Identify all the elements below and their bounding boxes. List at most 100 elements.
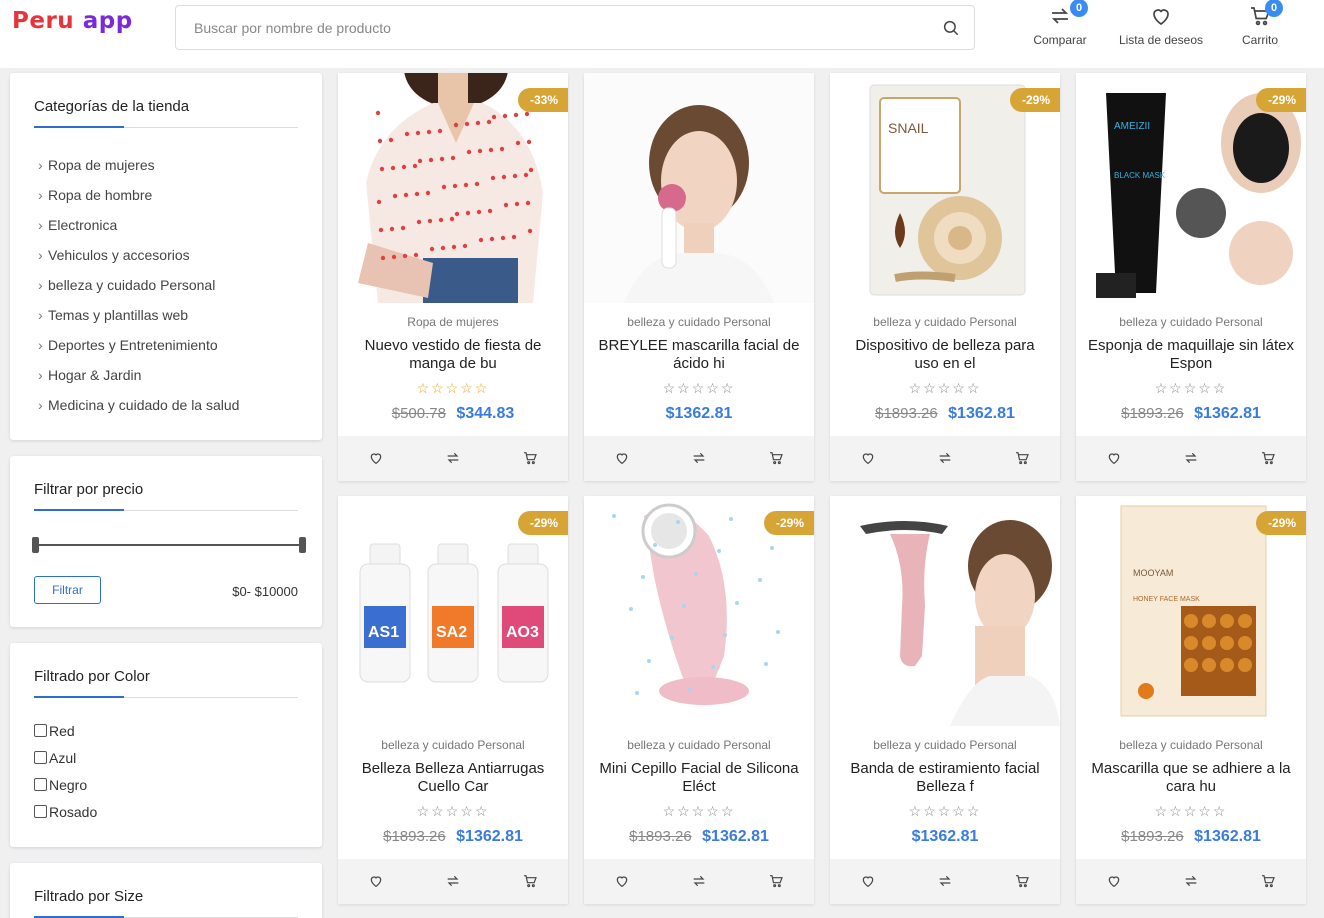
add-to-cart-icon[interactable] [1014, 873, 1030, 889]
add-to-wishlist-heart-icon[interactable] [368, 450, 384, 466]
product-category[interactable]: belleza y cuidado Personal [830, 315, 1060, 329]
cart-button[interactable]: 0 Carrito [1234, 0, 1286, 56]
category-item[interactable]: › Vehiculos y accesorios [38, 246, 239, 276]
product-prices: $1893.26 $1362.81 [830, 405, 1060, 423]
product-card[interactable]: belleza y cuidado Personal Banda de esti… [830, 496, 1060, 904]
color-option-red[interactable]: Red [34, 723, 97, 750]
add-to-wishlist-heart-icon[interactable] [1106, 450, 1122, 466]
color-option-azul[interactable]: Azul [34, 750, 97, 777]
add-to-cart-icon[interactable] [522, 450, 538, 466]
product-card[interactable]: belleza y cuidado Personal BREYLEE masca… [584, 73, 814, 481]
price-slider-max-handle[interactable] [299, 537, 306, 553]
category-item[interactable]: › Temas y plantillas web [38, 306, 239, 336]
product-card[interactable]: AS1 SA2 AO3 -29% belleza y cuidado Perso… [338, 496, 568, 904]
discount-badge: -29% [1255, 511, 1306, 535]
chevron-right-icon: › [38, 367, 43, 383]
search-icon[interactable] [942, 19, 960, 37]
compare-button[interactable]: 0 Comparar [1028, 0, 1092, 56]
price-slider-min-handle[interactable] [32, 537, 39, 553]
add-to-compare-icon[interactable] [691, 450, 707, 466]
product-name[interactable]: Banda de estiramiento facial Belleza f [842, 760, 1048, 796]
product-image[interactable] [584, 73, 814, 303]
category-item[interactable]: › Deportes y Entretenimiento [38, 336, 239, 366]
search-bar [175, 5, 975, 50]
product-card[interactable]: MOOYAM HONEY FACE MASK -29% belleza y cu… [1076, 496, 1306, 904]
product-category[interactable]: belleza y cuidado Personal [830, 738, 1060, 752]
product-card[interactable]: SNAIL -29% belleza y cuidado Personal Di… [830, 73, 1060, 481]
svg-text:BLACK MASK: BLACK MASK [1114, 171, 1166, 180]
checkbox[interactable] [34, 778, 47, 791]
product-category[interactable]: belleza y cuidado Personal [1076, 738, 1306, 752]
product-name[interactable]: BREYLEE mascarilla facial de ácido hi [596, 337, 802, 373]
add-to-wishlist-heart-icon[interactable] [860, 873, 876, 889]
product-card[interactable]: mejor AMEIZII BLACK MASK -29% belleza y … [1076, 73, 1306, 481]
add-to-compare-icon[interactable] [445, 873, 461, 889]
search-input[interactable] [176, 6, 926, 49]
product-category[interactable]: belleza y cuidado Personal [584, 738, 814, 752]
discount-badge: -29% [517, 511, 568, 535]
rating-stars: ☆☆☆☆☆ [1154, 380, 1228, 396]
cart-label: Carrito [1241, 33, 1278, 47]
svg-text:SA2: SA2 [436, 624, 467, 641]
add-to-compare-icon[interactable] [1183, 450, 1199, 466]
product-name[interactable]: Nuevo vestido de fiesta de manga de bu [350, 337, 556, 373]
chevron-right-icon: › [38, 247, 43, 263]
add-to-compare-icon[interactable] [937, 450, 953, 466]
add-to-wishlist-heart-icon[interactable] [368, 873, 384, 889]
category-item[interactable]: › Electronica [38, 216, 239, 246]
product-category[interactable]: Ropa de mujeres [338, 315, 568, 329]
add-to-wishlist-heart-icon[interactable] [614, 450, 630, 466]
product-card[interactable]: -29% belleza y cuidado Personal Mini Cep… [584, 496, 814, 904]
add-to-compare-icon[interactable] [1183, 873, 1199, 889]
chevron-right-icon: › [38, 397, 43, 413]
color-option-negro[interactable]: Negro [34, 777, 97, 804]
category-item[interactable]: › Ropa de mujeres [38, 156, 239, 186]
chevron-right-icon: › [38, 187, 43, 203]
color-option-rosado[interactable]: Rosado [34, 804, 97, 831]
add-to-wishlist-heart-icon[interactable] [614, 873, 630, 889]
product-category[interactable]: belleza y cuidado Personal [584, 315, 814, 329]
product-image[interactable] [830, 496, 1060, 726]
checkbox[interactable] [34, 724, 47, 737]
add-to-compare-icon[interactable] [937, 873, 953, 889]
add-to-cart-icon[interactable] [1260, 873, 1276, 889]
rating-stars: ☆☆☆☆☆ [908, 803, 982, 819]
category-item[interactable]: › Medicina y cuidado de la salud [38, 396, 239, 426]
category-item[interactable]: › belleza y cuidado Personal [38, 276, 239, 306]
category-item[interactable]: › Hogar & Jardin [38, 366, 239, 396]
svg-text:SNAIL: SNAIL [888, 120, 929, 136]
product-actions [830, 436, 1060, 481]
wishlist-button[interactable]: Lista de deseos [1112, 0, 1210, 56]
price-slider[interactable] [32, 537, 306, 553]
add-to-cart-icon[interactable] [1260, 450, 1276, 466]
chevron-right-icon: › [38, 217, 43, 233]
discount-badge: -29% [763, 511, 814, 535]
discount-badge: -33% [517, 88, 568, 112]
add-to-cart-icon[interactable] [1014, 450, 1030, 466]
logo[interactable]: Peru app [12, 8, 133, 34]
product-prices: $1893.26 $1362.81 [584, 828, 814, 846]
add-to-wishlist-heart-icon[interactable] [860, 450, 876, 466]
add-to-cart-icon[interactable] [522, 873, 538, 889]
rating-stars: ☆☆☆☆☆ [662, 803, 736, 819]
add-to-cart-icon[interactable] [768, 450, 784, 466]
add-to-compare-icon[interactable] [445, 450, 461, 466]
product-category[interactable]: belleza y cuidado Personal [1076, 315, 1306, 329]
add-to-compare-icon[interactable] [691, 873, 707, 889]
product-name[interactable]: Mini Cepillo Facial de Silicona Eléct [596, 760, 802, 796]
divider [34, 126, 298, 128]
checkbox[interactable] [34, 805, 47, 818]
rating-stars: ☆☆☆☆☆ [908, 380, 982, 396]
product-category[interactable]: belleza y cuidado Personal [338, 738, 568, 752]
checkbox[interactable] [34, 751, 47, 764]
product-name[interactable]: Esponja de maquillaje sin látex Espon [1088, 337, 1294, 373]
product-name[interactable]: Belleza Belleza Antiarrugas Cuello Car [350, 760, 556, 796]
filter-button[interactable]: Filtrar [34, 576, 101, 604]
product-card[interactable]: -33% Ropa de mujeres Nuevo vestido de fi… [338, 73, 568, 481]
add-to-wishlist-heart-icon[interactable] [1106, 873, 1122, 889]
category-item[interactable]: › Ropa de hombre [38, 186, 239, 216]
add-to-cart-icon[interactable] [768, 873, 784, 889]
current-price: $1362.81 [1194, 828, 1261, 845]
product-name[interactable]: Dispositivo de belleza para uso en el [842, 337, 1048, 373]
product-name[interactable]: Mascarilla que se adhiere a la cara hu [1088, 760, 1294, 796]
